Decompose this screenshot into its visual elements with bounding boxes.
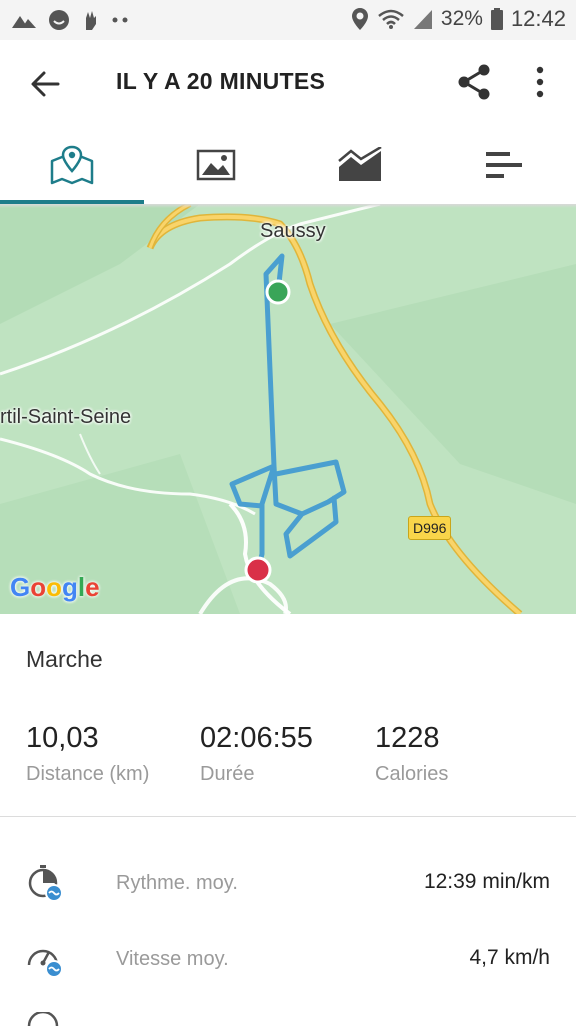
stat-distance: 10,03 Distance (km): [26, 722, 149, 786]
stat-label: Distance (km): [26, 763, 150, 785]
metric-value: 4,7 km/h: [469, 946, 550, 969]
map-label-saussy: Saussy: [260, 220, 326, 242]
status-bar: 32% 12:42: [0, 0, 576, 40]
map-label-town: rtil-Saint-Seine: [0, 406, 132, 428]
metric-label: Rythme. moy.: [116, 872, 238, 894]
map-view[interactable]: Saussy rtil-Saint-Seine D996 Google: [0, 204, 576, 614]
stat-value: 02:06:55: [200, 722, 313, 754]
speedometer-icon: [27, 949, 63, 978]
status-right-icons: 32% 12:42: [351, 6, 566, 32]
share-icon[interactable]: [455, 62, 493, 102]
bars-icon: [486, 152, 522, 178]
stat-label: Calories: [375, 763, 449, 785]
status-time: 12:42: [510, 6, 566, 31]
metric-row-pace: Rythme. moy. 12:39 min/km: [0, 858, 576, 918]
tab-map[interactable]: [0, 126, 144, 204]
activity-details: Marche 10,03 Distance (km) 02:06:55 Duré…: [0, 614, 576, 1026]
battery-percent: 32%: [440, 7, 483, 30]
tab-photos[interactable]: [144, 126, 288, 204]
activity-type: Marche: [26, 646, 103, 672]
start-marker: [265, 279, 291, 305]
google-logo: Google: [10, 572, 100, 602]
more-options-icon[interactable]: [528, 62, 552, 102]
tab-bar: [0, 126, 576, 204]
back-arrow-icon[interactable]: [26, 64, 66, 104]
metric-value: 12:39 min/km: [423, 870, 550, 893]
dots-icon: [112, 17, 128, 23]
pace-icon: [28, 865, 63, 902]
smiley-icon: [49, 10, 69, 30]
stat-duration: 02:06:55 Durée: [200, 722, 313, 786]
tab-graph[interactable]: [288, 126, 432, 204]
page-title: IL Y A 20 MINUTES: [116, 68, 326, 94]
tab-shadow: [0, 204, 576, 208]
chart-icon: [338, 147, 382, 181]
signal-icon: [12, 16, 36, 28]
cell-signal-icon: [413, 10, 432, 29]
metric-row-speed: Vitesse moy. 4,7 km/h: [0, 934, 576, 994]
image-icon: [196, 149, 236, 181]
wifi-icon: [378, 9, 404, 29]
road-badge: D996: [408, 516, 452, 540]
end-marker: [244, 556, 272, 584]
divider: [0, 816, 576, 817]
hand-icon: [86, 11, 96, 30]
stat-label: Durée: [200, 763, 255, 785]
tab-details[interactable]: [432, 126, 576, 204]
app-bar: IL Y A 20 MINUTES: [0, 40, 576, 126]
metric-label: Vitesse moy.: [116, 948, 229, 970]
stat-value: 1228: [375, 722, 440, 754]
location-icon: [351, 8, 368, 30]
stat-value: 10,03: [26, 722, 99, 754]
battery-icon: [490, 8, 503, 30]
map-pin-icon: [50, 145, 94, 185]
status-left-icons: [10, 8, 130, 32]
stat-calories: 1228 Calories: [375, 722, 448, 786]
